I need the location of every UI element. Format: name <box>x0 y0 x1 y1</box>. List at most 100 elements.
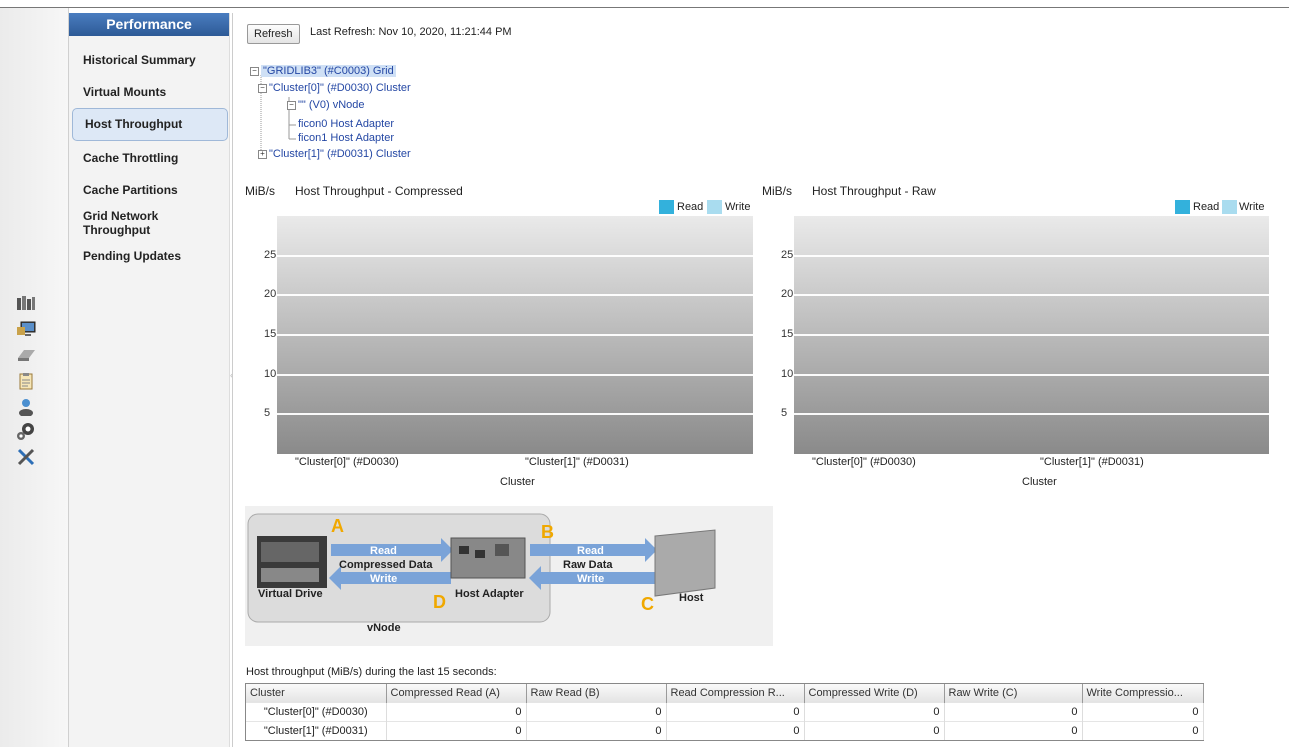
expand-toggle-icon[interactable]: − <box>250 66 259 76</box>
nav-item-host-throughput[interactable]: Host Throughput <box>72 108 228 141</box>
nav-header: Performance <box>69 13 229 36</box>
x-tick-label: "Cluster[0]" (#D0030) <box>295 456 399 468</box>
expand-toggle-icon[interactable]: − <box>258 83 267 93</box>
label-host-adapter: Host Adapter <box>455 588 524 600</box>
legend-label-write: Write <box>1239 201 1265 213</box>
legend-swatch-read <box>1175 200 1190 214</box>
gridline <box>794 413 1269 416</box>
chart-host-throughput-raw: MiB/s Host Throughput - Raw Read Write "… <box>762 184 1272 494</box>
column-header[interactable]: Compressed Read (A) <box>386 684 527 703</box>
table-cell: 0 <box>1082 702 1204 722</box>
tree-node-cluster1[interactable]: + "Cluster[1]" (#D0031) Cluster <box>258 148 411 160</box>
y-tick-label: 25 <box>264 248 277 261</box>
y-tick-label: 20 <box>264 288 277 301</box>
tree-node-ficon1[interactable]: ficon1 Host Adapter <box>298 132 394 144</box>
marker-b: B <box>541 522 554 542</box>
gridline <box>277 294 753 297</box>
plot-area <box>794 216 1269 454</box>
table-cell: 0 <box>386 702 527 722</box>
nav-item-grid-network-throughput[interactable]: Grid Network Throughput <box>71 209 201 237</box>
column-header[interactable]: Read Compression R... <box>666 684 805 703</box>
table-header-row: Cluster Compressed Read (A) Raw Read (B)… <box>246 684 1204 703</box>
refresh-button[interactable]: Refresh <box>247 24 300 44</box>
data-flow-diagram: A B C D Read Compressed Data Write Read … <box>245 506 773 646</box>
table-cell: 0 <box>804 702 945 722</box>
last-refresh-text: Last Refresh: Nov 10, 2020, 11:21:44 PM <box>310 26 512 38</box>
tree-node-cluster0[interactable]: − "Cluster[0]" (#D0030) Cluster <box>258 82 411 94</box>
tree-node-ficon0[interactable]: ficon0 Host Adapter <box>298 118 394 130</box>
nav-item-pending-updates[interactable]: Pending Updates <box>71 249 227 263</box>
chart-ylabel: MiB/s <box>762 184 792 198</box>
label-virtual-drive: Virtual Drive <box>258 588 323 600</box>
tools-icon[interactable] <box>16 447 36 467</box>
y-tick-label: 20 <box>781 288 794 301</box>
label-host: Host <box>679 592 704 604</box>
table-cell: 0 <box>666 702 805 722</box>
gridline <box>277 373 753 376</box>
column-header[interactable]: Raw Write (C) <box>944 684 1083 703</box>
column-header[interactable]: Cluster <box>246 684 387 703</box>
tree-node-vnode[interactable]: − "" (V0) vNode <box>287 99 365 111</box>
table-cell: 0 <box>804 721 945 740</box>
chart-title: Host Throughput - Compressed <box>295 184 463 198</box>
y-tick-label: 5 <box>264 407 271 420</box>
user-icon[interactable] <box>16 397 36 417</box>
column-header[interactable]: Raw Read (B) <box>526 684 667 703</box>
nav-item-cache-partitions[interactable]: Cache Partitions <box>71 183 227 197</box>
gears-icon[interactable] <box>16 421 36 441</box>
grid-icon[interactable] <box>16 293 36 313</box>
arrow-label-write-c: Write <box>577 573 605 585</box>
chart-host-throughput-compressed: MiB/s Host Throughput - Compressed Read … <box>245 184 755 494</box>
column-header[interactable]: Write Compressio... <box>1082 684 1204 703</box>
legend-swatch-write <box>1222 200 1237 214</box>
table-row[interactable]: "Cluster[1]" (#D0031) 0 0 0 0 0 0 <box>246 721 1204 740</box>
nav-item-historical-summary[interactable]: Historical Summary <box>71 53 227 67</box>
marker-d: D <box>433 592 446 612</box>
drive-icon[interactable] <box>16 345 36 365</box>
chart-xlabel: Cluster <box>1022 476 1057 488</box>
table-cell: 0 <box>666 721 805 740</box>
x-tick-label: "Cluster[1]" (#D0031) <box>1040 456 1144 468</box>
y-tick-label: 25 <box>781 248 794 261</box>
chart-xlabel: Cluster <box>500 476 535 488</box>
table-caption: Host throughput (MiB/s) during the last … <box>246 666 497 678</box>
x-tick-label: "Cluster[0]" (#D0030) <box>812 456 916 468</box>
gridline <box>277 413 753 416</box>
nav-item-virtual-mounts[interactable]: Virtual Mounts <box>71 85 227 99</box>
arrow-label-write-d: Write <box>370 573 398 585</box>
column-header[interactable]: Compressed Write (D) <box>804 684 945 703</box>
table-cell: "Cluster[0]" (#D0030) <box>246 702 387 722</box>
legend-label-read: Read <box>1193 201 1220 213</box>
marker-a: A <box>331 516 344 536</box>
label-vnode: vNode <box>367 622 401 634</box>
x-tick-label: "Cluster[1]" (#D0031) <box>525 456 629 468</box>
monitor-icon[interactable] <box>16 319 36 339</box>
throughput-table: Cluster Compressed Read (A) Raw Read (B)… <box>245 683 1204 741</box>
table-cell: 0 <box>1082 721 1204 740</box>
chart-title: Host Throughput - Raw <box>812 184 936 198</box>
nav-item-cache-throttling[interactable]: Cache Throttling <box>71 151 227 165</box>
y-tick-label: 10 <box>264 367 277 380</box>
table-cell: "Cluster[1]" (#D0031) <box>246 721 387 740</box>
table-row[interactable]: "Cluster[0]" (#D0030) 0 0 0 0 0 0 <box>246 702 1204 722</box>
legend-swatch-read <box>659 200 674 214</box>
left-icon-rail <box>0 8 69 747</box>
y-tick-label: 10 <box>781 367 794 380</box>
gridline <box>794 254 1269 257</box>
table-cell: 0 <box>944 721 1083 740</box>
label-compressed-data: Compressed Data <box>339 559 433 571</box>
tree-node-grid[interactable]: − "GRIDLIB3" (#C0003) Grid <box>250 65 396 77</box>
arrow-label-read-a: Read <box>370 545 397 557</box>
expand-toggle-icon[interactable]: − <box>287 100 296 110</box>
marker-c: C <box>641 594 654 614</box>
table-cell: 0 <box>944 702 1083 722</box>
gridline <box>794 373 1269 376</box>
y-tick-label: 5 <box>781 407 788 420</box>
top-border <box>0 7 1289 8</box>
gridline <box>277 254 753 257</box>
legend-label-write: Write <box>725 201 751 213</box>
arrow-label-read-b: Read <box>577 545 604 557</box>
legend-swatch-write <box>707 200 722 214</box>
expand-toggle-icon[interactable]: + <box>258 149 267 159</box>
clipboard-icon[interactable] <box>16 371 36 391</box>
